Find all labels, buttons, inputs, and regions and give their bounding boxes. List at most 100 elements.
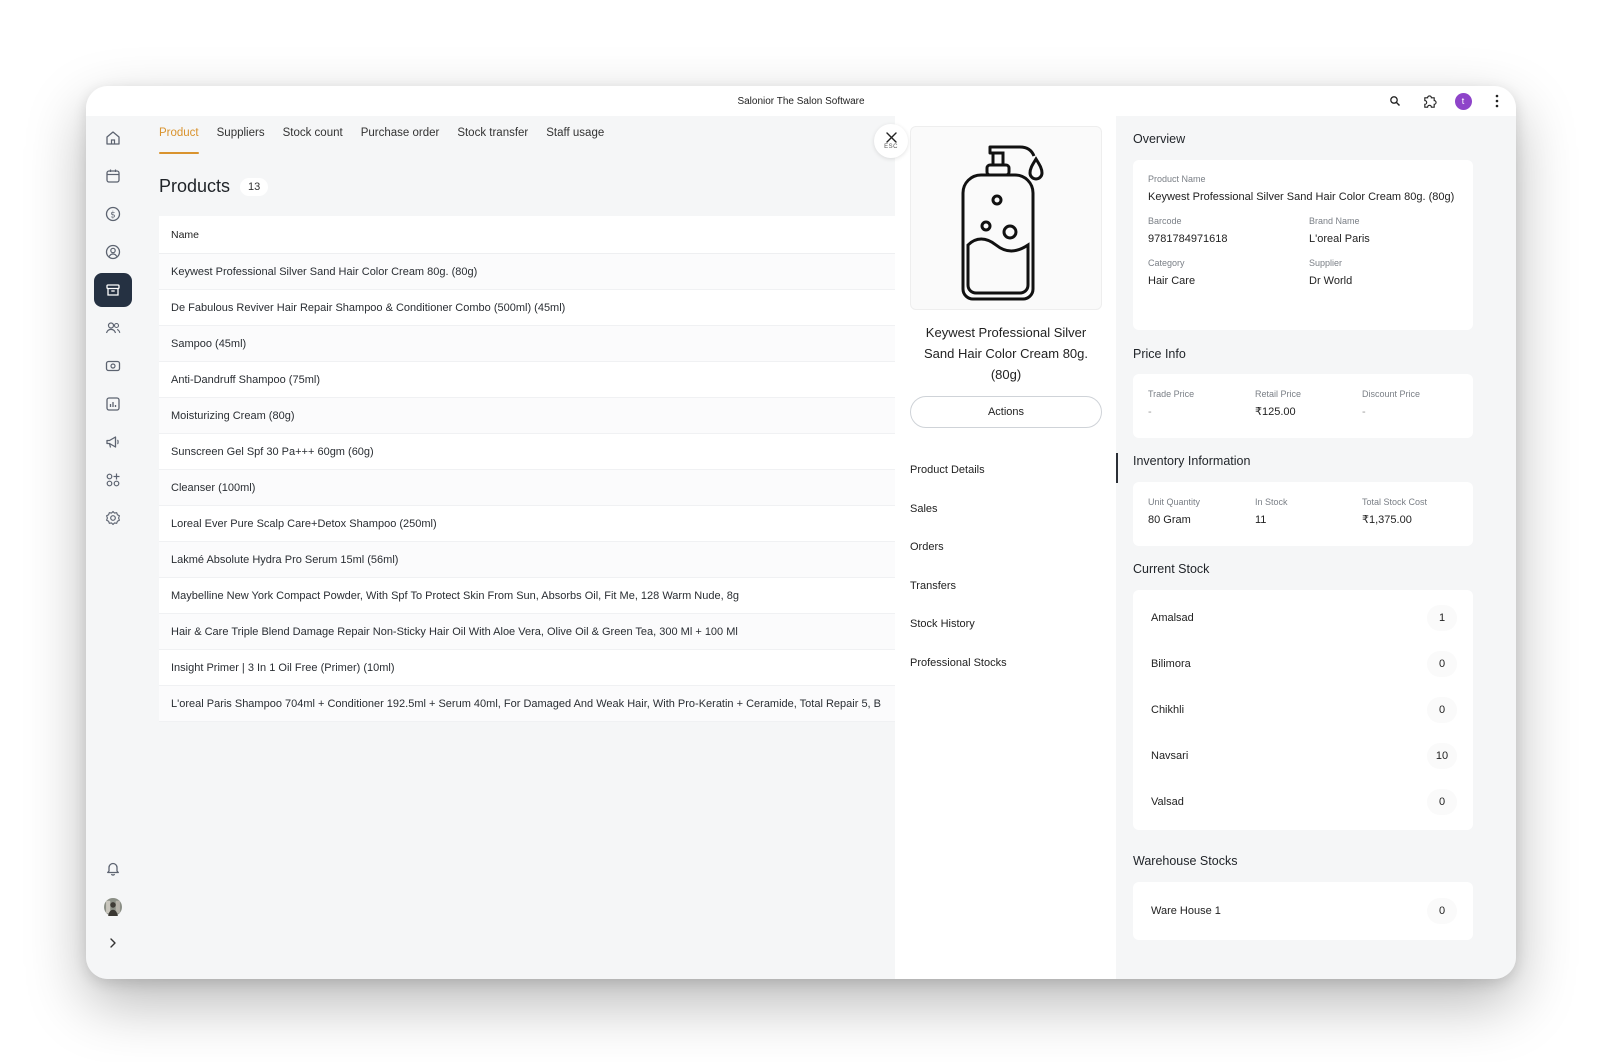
products-table: Name Keywest Professional Silver Sand Ha… [159,216,899,722]
esc-label: ESC [884,144,898,150]
stock-quantity: 0 [1427,651,1457,677]
nav-payments[interactable] [94,349,132,383]
inventory-tabs: Product Suppliers Stock count Purchase orde… [159,126,613,154]
detail-menu-professional-stocks[interactable]: Professional Stocks [910,644,1110,683]
archive-box-icon [106,284,120,296]
nav-marketing[interactable] [94,425,132,459]
current-stock-title: Current Stock [1133,562,1210,576]
title-bar: Salonior The Salon Software t [86,86,1516,116]
nav-settings[interactable] [94,501,132,535]
product-image [910,126,1102,310]
detail-menu-orders[interactable]: Orders [910,528,1110,567]
warehouse-stocks-card: Ware House 1 0 [1133,882,1473,940]
stock-row: Valsad 0 [1133,779,1473,825]
tab-product[interactable]: Product [159,126,208,154]
products-count-badge: 13 [240,177,269,196]
nav-notifications[interactable] [94,851,132,885]
inventory-info-title: Inventory Information [1133,454,1251,468]
title-bar-actions: t [1384,90,1508,112]
unit-quantity-label: Unit Quantity [1148,497,1201,507]
profile-button[interactable]: t [1452,90,1474,112]
overview-grid-row-1: Barcode 9781784971618 Brand Name L'oreal… [1148,216,1458,248]
stock-quantity: 0 [1427,789,1457,815]
tab-stock-transfer[interactable]: Stock transfer [448,126,537,154]
stock-quantity: 0 [1427,898,1457,924]
inventory-card: Unit Quantity 80 Gram In Stock 11 Total … [1133,482,1473,546]
overview-panel: Overview Product Name Keywest Profession… [1116,116,1516,979]
table-body: Keywest Professional Silver Sand Hair Co… [159,254,899,722]
table-row[interactable]: Lakmé Absolute Hydra Pro Serum 15ml (56m… [159,542,899,578]
avatar[interactable] [94,890,132,924]
warehouse-stocks-title: Warehouse Stocks [1133,854,1238,868]
table-row[interactable]: De Fabulous Reviver Hair Repair Shampoo … [159,290,899,326]
zoom-icon[interactable] [1384,90,1406,112]
nav-inventory[interactable] [94,273,132,307]
reports-icon [106,397,120,411]
discount-price-value: - [1362,406,1366,418]
table-row[interactable]: Sunscreen Gel Spf 30 Pa+++ 60gm (60g) [159,434,899,470]
brand-label: Brand Name [1309,216,1360,226]
nav-calendar[interactable] [94,159,132,193]
extension-puzzle-icon[interactable] [1418,90,1440,112]
window-title: Salonior The Salon Software [737,95,865,107]
tab-staff-usage[interactable]: Staff usage [537,126,613,154]
nav-reports[interactable] [94,387,132,421]
dollar-icon: $ [105,206,121,222]
scroll-indicator [1116,453,1118,483]
table-row[interactable]: Sampoo (45ml) [159,326,899,362]
nav-home[interactable] [94,121,132,155]
nav-staff[interactable] [94,311,132,345]
nav-sales[interactable]: $ [94,197,132,231]
table-row[interactable]: Keywest Professional Silver Sand Hair Co… [159,254,899,290]
megaphone-icon [106,436,119,448]
chevron-right-icon [110,938,116,948]
retail-price-value: ₹125.00 [1255,406,1296,418]
nav-clients[interactable] [94,235,132,269]
calendar-icon [106,169,120,183]
products-header: Products 13 [159,176,269,197]
actions-button[interactable]: Actions [910,396,1102,428]
supplier-label: Supplier [1309,258,1343,268]
nav-addons[interactable] [94,463,132,497]
overview-card: Product Name Keywest Professional Silver… [1133,160,1473,330]
price-info-card: Trade Price - Retail Price ₹125.00 Disco… [1133,374,1473,438]
svg-text:$: $ [110,210,115,220]
table-row[interactable]: Insight Primer | 3 In 1 Oil Free (Primer… [159,650,899,686]
detail-menu-product-details[interactable]: Product Details [910,451,1110,490]
tab-stock-count[interactable]: Stock count [274,126,352,154]
table-header-name[interactable]: Name [159,216,899,254]
money-icon [105,360,121,372]
stock-location-name: Valsad [1151,796,1184,808]
table-row[interactable]: Loreal Ever Pure Scalp Care+Detox Shampo… [159,506,899,542]
supplier-value: Dr World [1309,275,1353,287]
detail-product-name: Keywest Professional Silver Sand Hair Co… [923,325,1089,382]
table-row[interactable]: Anti-Dandruff Shampoo (75ml) [159,362,899,398]
product-name-value: Keywest Professional Silver Sand Hair Co… [1148,191,1455,203]
expand-nav-button[interactable] [94,926,132,960]
detail-menu-sales[interactable]: Sales [910,490,1110,529]
overview-title: Overview [1133,132,1186,146]
product-name-label: Product Name [1148,174,1206,184]
table-row[interactable]: Maybelline New York Compact Powder, With… [159,578,899,614]
table-row[interactable]: Hair & Care Triple Blend Damage Repair N… [159,614,899,650]
settings-gear-icon [106,510,120,526]
home-icon [106,131,120,145]
more-vertical-icon[interactable] [1486,90,1508,112]
app-window: Salonior The Salon Software t $ Product … [86,86,1516,979]
table-row[interactable]: L'oreal Paris Shampoo 704ml + Conditione… [159,686,899,722]
stock-location-name: Chikhli [1151,704,1185,716]
stock-row: Chikhli 0 [1133,687,1473,733]
barcode-label: Barcode [1148,216,1182,226]
close-button[interactable]: ESC [874,124,908,158]
detail-menu-transfers[interactable]: Transfers [910,567,1110,606]
stock-row: Ware House 1 0 [1133,888,1473,934]
table-row[interactable]: Cleanser (100ml) [159,470,899,506]
table-row[interactable]: Moisturizing Cream (80g) [159,398,899,434]
close-icon [885,132,897,143]
current-stock-card: Amalsad 1 Bilimora 0 Chikhli 0 Navsari 10 Valsad… [1133,590,1473,830]
total-stock-cost-label: Total Stock Cost [1362,497,1428,507]
tab-purchase-order[interactable]: Purchase order [352,126,449,154]
detail-menu-stock-history[interactable]: Stock History [910,605,1110,644]
tab-suppliers[interactable]: Suppliers [208,126,274,154]
apps-add-icon [106,473,120,487]
